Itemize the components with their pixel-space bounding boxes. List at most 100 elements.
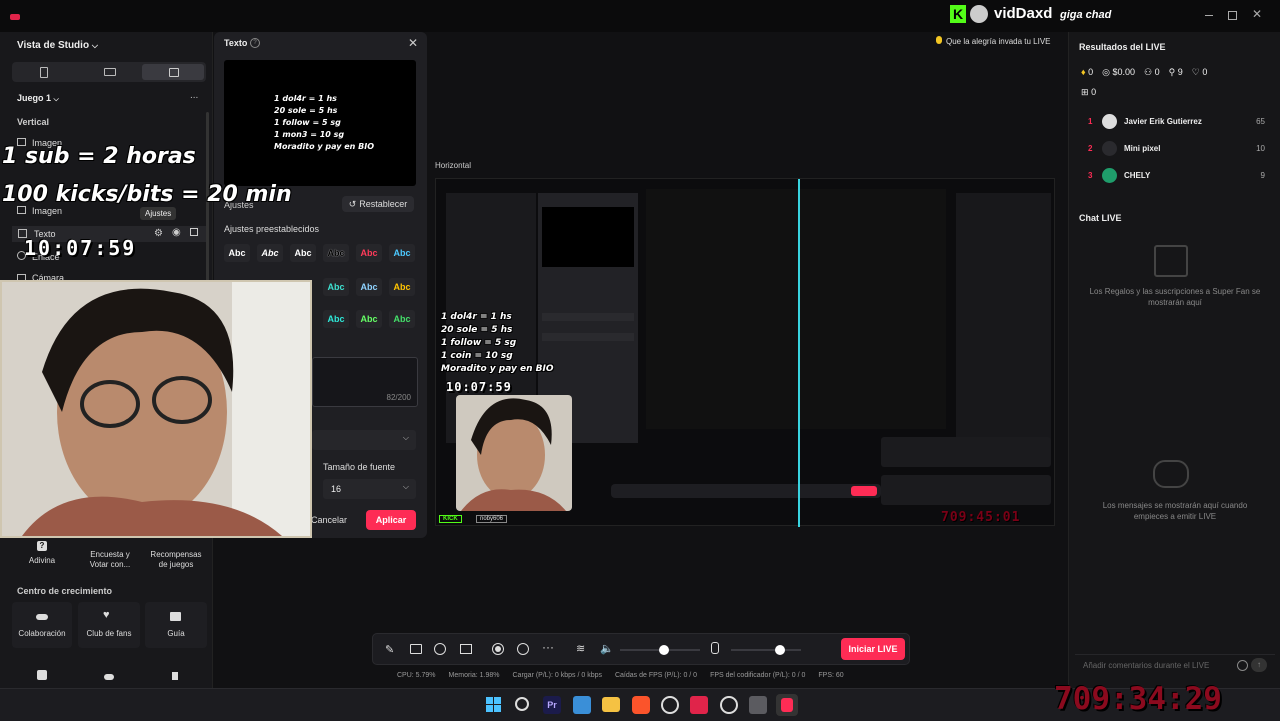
go-live-button[interactable]: Iniciar LIVE bbox=[841, 638, 905, 660]
stage-preview-line: 1 coin = 10 sg bbox=[441, 351, 513, 361]
lock-icon[interactable] bbox=[190, 228, 198, 236]
font-select[interactable]: ⌵ bbox=[312, 430, 416, 450]
preset-style-10[interactable]: Abc bbox=[323, 310, 349, 328]
audio-mixer-icon[interactable]: ≋ bbox=[576, 642, 585, 655]
preset-style-6[interactable]: Abc bbox=[389, 244, 415, 262]
stage-preview-line: 1 follow = 5 sg bbox=[441, 338, 517, 348]
premiere-icon[interactable]: Pr bbox=[543, 696, 561, 714]
comment-input[interactable]: Añadir comentarios durante el LIVE ↑ bbox=[1075, 654, 1275, 675]
viewer-name: Javier Erik Gutierrez bbox=[1124, 117, 1202, 126]
likes-stat: ♡ 0 bbox=[1191, 67, 1208, 77]
cyan-guide-line bbox=[798, 179, 800, 527]
record-icon[interactable] bbox=[492, 643, 504, 655]
chat-bubble-icon bbox=[1153, 460, 1189, 488]
more-options-icon[interactable]: ... bbox=[190, 90, 198, 101]
preset-style-12[interactable]: Abc bbox=[389, 310, 415, 328]
preset-style-9[interactable]: Abc bbox=[389, 278, 415, 296]
chat-app-icon[interactable] bbox=[749, 696, 767, 714]
more-icon[interactable]: ··· bbox=[542, 640, 554, 654]
info-icon[interactable]: ? bbox=[250, 38, 260, 48]
settings-gear-icon[interactable]: ⚙ bbox=[154, 228, 163, 239]
question-icon: ? bbox=[37, 541, 47, 551]
send-icon[interactable]: ↑ bbox=[1251, 658, 1267, 672]
font-size-select[interactable]: 16 ⌵ bbox=[323, 479, 416, 499]
chevron-down-icon: ⌵ bbox=[402, 433, 409, 442]
viewer-name: Mini pixel bbox=[1124, 144, 1161, 153]
mic-knob[interactable] bbox=[775, 645, 785, 655]
preset-style-11[interactable]: Abc bbox=[356, 310, 382, 328]
tool-game-rewards-button[interactable]: Recompensas de juegos bbox=[144, 536, 208, 576]
preset-style-4[interactable]: Abc bbox=[323, 244, 349, 262]
game-scene-dropdown[interactable]: Juego 1 ⌵ bbox=[17, 93, 59, 104]
preset-style-8[interactable]: Abc bbox=[356, 278, 382, 296]
photos-icon[interactable] bbox=[573, 696, 591, 714]
kick-badge: KICK bbox=[439, 515, 462, 523]
minimize-icon[interactable] bbox=[1205, 15, 1213, 16]
tool-poll-button[interactable]: Encuesta y Votar con... bbox=[78, 536, 142, 576]
dual-layout-icon[interactable] bbox=[142, 64, 204, 80]
file-explorer-icon[interactable] bbox=[602, 697, 620, 712]
close-window-icon[interactable]: ✕ bbox=[1252, 7, 1262, 21]
close-icon[interactable]: ✕ bbox=[408, 36, 418, 50]
emoji-icon[interactable] bbox=[1237, 660, 1248, 671]
collaboration-button[interactable]: Colaboración bbox=[12, 602, 72, 648]
chrome-icon[interactable] bbox=[661, 696, 679, 714]
volume-slider[interactable] bbox=[620, 645, 700, 655]
preview-line: 1 mon3 = 10 sg bbox=[274, 130, 345, 139]
streaming-app-icon[interactable] bbox=[690, 696, 708, 714]
ranking-row[interactable]: 2 Mini pixel 10 bbox=[1081, 141, 1271, 157]
game-label: Juego 1 bbox=[17, 93, 52, 103]
char-count: 82/200 bbox=[386, 393, 411, 402]
tool-guess-button[interactable]: ? Adivina bbox=[12, 536, 72, 576]
webcam-feed bbox=[0, 280, 312, 538]
streamer-nickname: giga chad bbox=[1060, 9, 1112, 21]
magic-wand-icon[interactable]: ✎ bbox=[385, 643, 394, 656]
ai-icon[interactable] bbox=[434, 643, 446, 655]
stats-bar: CPU: 5.79% Memoria: 1.98% Cargar (P/L): … bbox=[397, 672, 844, 679]
brave-browser-icon[interactable] bbox=[632, 696, 650, 714]
apply-button[interactable]: Aplicar bbox=[366, 510, 416, 530]
horizontal-canvas[interactable]: 1 dol4r = 1 hs 20 sole = 5 hs 1 follow =… bbox=[435, 178, 1055, 527]
preset-style-1[interactable]: Abc bbox=[224, 244, 250, 262]
visibility-eye-icon[interactable]: ◉ bbox=[172, 227, 181, 238]
camera-record-icon[interactable] bbox=[517, 643, 529, 655]
viewer-score: 9 bbox=[1260, 171, 1265, 180]
text-preview-box: 1 dol4r = 1 hs 20 sole = 5 hs 1 follow =… bbox=[224, 60, 416, 186]
preset-style-2[interactable]: Abc bbox=[257, 244, 283, 262]
ranking-row[interactable]: 3 CHELY 9 bbox=[1081, 168, 1271, 184]
nested-right-panel bbox=[956, 193, 1051, 443]
font-size-label: Tamaño de fuente bbox=[323, 462, 396, 472]
viewers-stat: ⚇ 0 bbox=[1144, 67, 1160, 77]
ranking-row[interactable]: 1 Javier Erik Gutierrez 65 bbox=[1081, 114, 1271, 130]
preset-style-5[interactable]: Abc bbox=[356, 244, 382, 262]
mic-slider[interactable] bbox=[731, 645, 801, 655]
maximize-icon[interactable] bbox=[1228, 11, 1237, 20]
alert-notice: Que la alegría invada tu LIVE bbox=[936, 36, 1051, 46]
studio-view-dropdown[interactable]: Vista de Studio ⌵ bbox=[17, 40, 98, 51]
search-icon[interactable] bbox=[515, 697, 529, 711]
chevron-down-icon: ⌵ bbox=[53, 96, 59, 103]
rank-number: 3 bbox=[1088, 171, 1093, 180]
cancel-button[interactable]: Cancelar bbox=[306, 510, 352, 530]
guide-button[interactable]: Guía bbox=[145, 602, 207, 648]
revenue-stat: ◎ $0.00 bbox=[1102, 67, 1136, 77]
preset-style-3[interactable]: Abc bbox=[290, 244, 316, 262]
fan-club-button[interactable]: ♥ Club de fans bbox=[78, 602, 140, 648]
microphone-icon[interactable] bbox=[711, 642, 719, 654]
windows-start-icon[interactable] bbox=[486, 697, 501, 712]
preset-style-7[interactable]: Abc bbox=[323, 278, 349, 296]
people-icon bbox=[104, 674, 114, 680]
heart-icon: ♡ bbox=[1191, 67, 1200, 77]
volume-knob[interactable] bbox=[659, 645, 669, 655]
encoder-fps-stat: FPS del codificador (P/L): 0 / 0 bbox=[710, 672, 806, 679]
add-source-icon[interactable] bbox=[460, 644, 472, 654]
phone-layout-icon[interactable] bbox=[40, 67, 48, 78]
reset-button[interactable]: ↺ Restablecer bbox=[342, 196, 414, 212]
screen-share-icon[interactable] bbox=[410, 644, 422, 654]
speaker-icon[interactable]: 🔈 bbox=[600, 642, 614, 655]
tiktok-live-studio-icon[interactable] bbox=[776, 694, 798, 716]
landscape-layout-icon[interactable] bbox=[104, 68, 116, 76]
diamond-icon: ♦ bbox=[1081, 67, 1086, 77]
text-input-area[interactable]: 82/200 bbox=[312, 357, 418, 407]
steam-icon[interactable] bbox=[720, 696, 738, 714]
